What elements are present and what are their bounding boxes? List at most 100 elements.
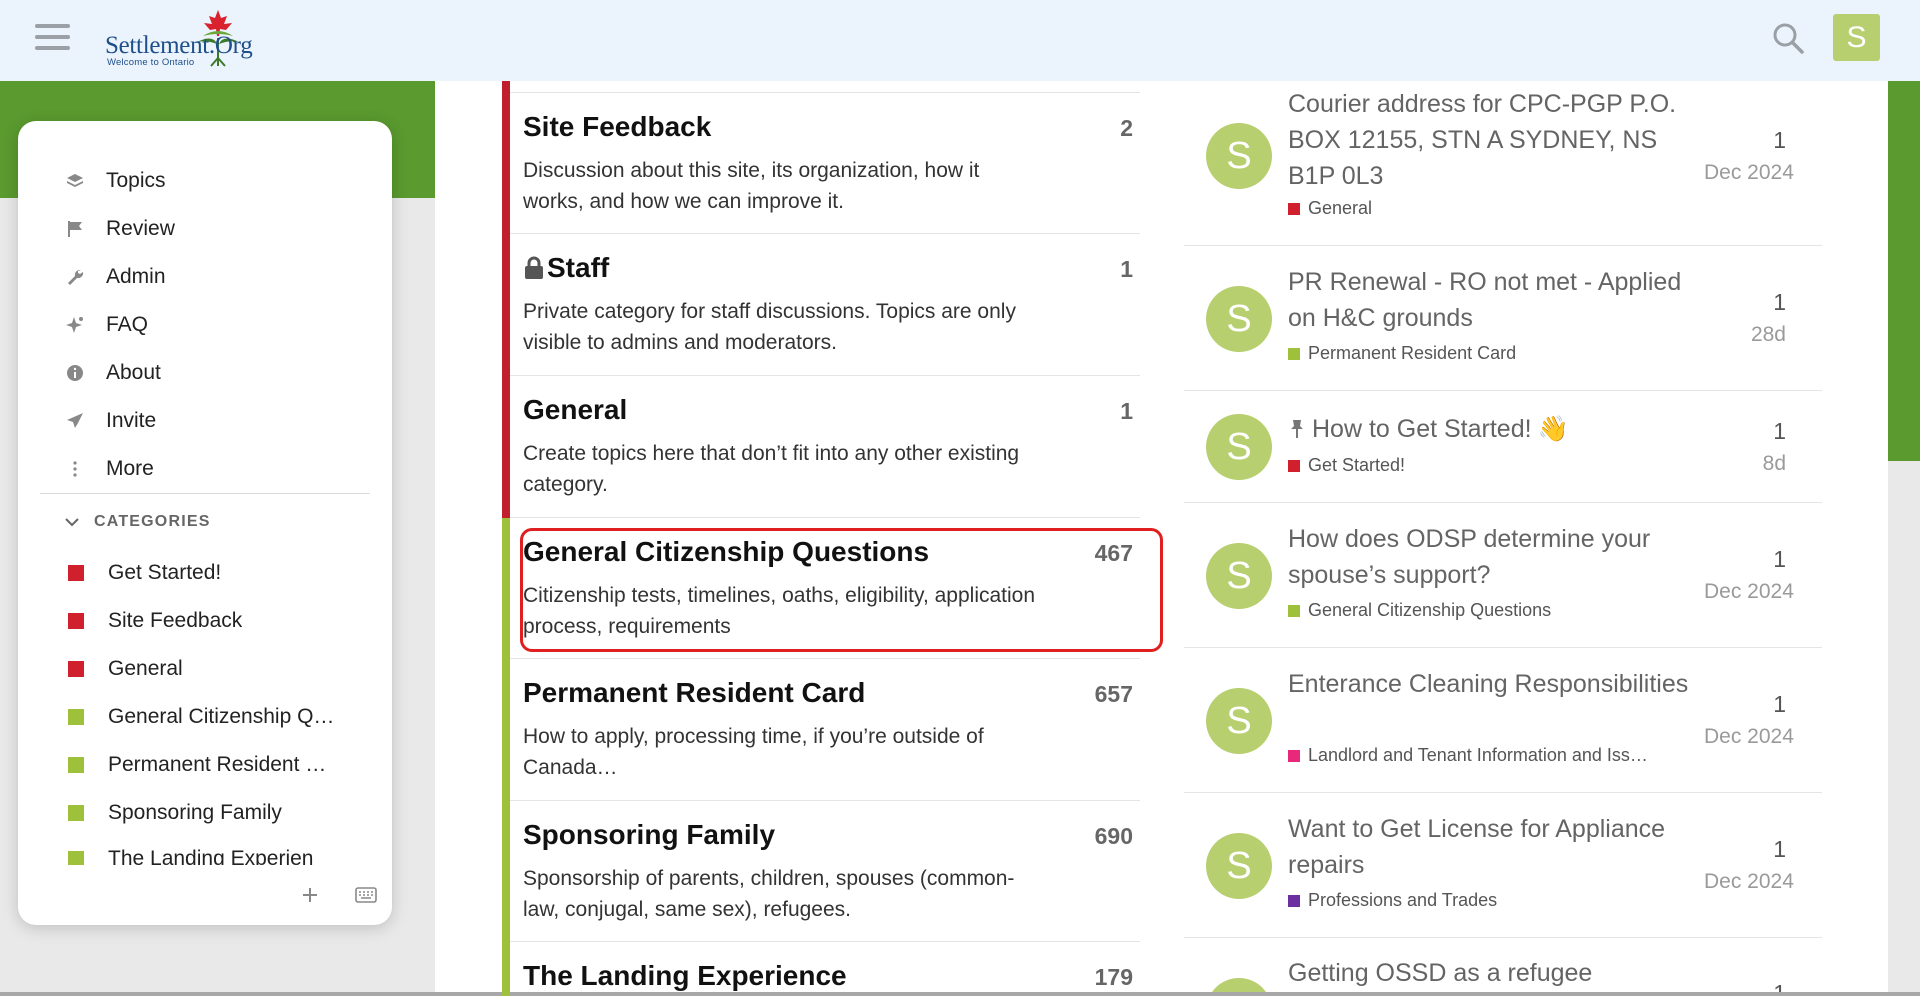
- category-title[interactable]: General Citizenship Questions: [523, 536, 929, 568]
- vertical-ellipsis-icon: [64, 458, 86, 480]
- topic-avatar[interactable]: S: [1206, 414, 1272, 480]
- topic-title[interactable]: Enterance Cleaning Responsibilities: [1288, 666, 1708, 702]
- topic-title[interactable]: Want to Get License for Appliance repair…: [1288, 811, 1708, 883]
- topic-title: How to Get Started!: [1312, 415, 1532, 443]
- sidebar-category-label: Site Feedback: [108, 609, 243, 632]
- topic-row[interactable]: S Enterance Cleaning Responsibilities La…: [1184, 648, 1822, 793]
- sidebar-category-landing-experience[interactable]: The Landing Experien: [68, 843, 368, 865]
- topic-avatar[interactable]: S: [1206, 688, 1272, 754]
- sidebar-item-topics[interactable]: Topics: [64, 163, 364, 199]
- topic-activity[interactable]: 8d: [1704, 452, 1786, 476]
- topic-row[interactable]: S How to Get Started! 👋 Get Started! 1 8…: [1184, 391, 1822, 503]
- category-row-general-citizenship-questions[interactable]: General Citizenship Questions 467 Citize…: [510, 517, 1140, 658]
- category-color-bar-red: [502, 81, 510, 518]
- topic-row[interactable]: S Courier address for CPC-PGP P.O. BOX 1…: [1184, 81, 1822, 246]
- sidebar-footer: [296, 883, 380, 907]
- topic-title[interactable]: How does ODSP determine your spouse’s su…: [1288, 521, 1708, 593]
- hamburger-menu-icon[interactable]: [35, 22, 70, 52]
- topic-category[interactable]: General Citizenship Questions: [1288, 600, 1551, 621]
- category-row-site-feedback[interactable]: Site Feedback 2 Discussion about this si…: [510, 92, 1140, 233]
- topic-activity[interactable]: Dec 2024: [1704, 725, 1794, 749]
- sidebar-item-label: Topics: [106, 169, 166, 192]
- category-row-permanent-resident-card[interactable]: Permanent Resident Card 657 How to apply…: [510, 658, 1140, 800]
- topic-category-label: Landlord and Tenant Information and Iss…: [1308, 745, 1648, 765]
- sidebar-item-review[interactable]: Review: [64, 211, 364, 247]
- sidebar-category-general[interactable]: General: [68, 651, 368, 687]
- category-swatch: [68, 757, 84, 773]
- info-icon: [64, 362, 86, 384]
- category-title[interactable]: Site Feedback: [523, 111, 711, 143]
- topic-title[interactable]: PR Renewal - RO not met - Applied on H&C…: [1288, 264, 1708, 336]
- category-title-wrapper[interactable]: Staff: [523, 252, 609, 284]
- topic-avatar[interactable]: S: [1206, 833, 1272, 899]
- topic-category[interactable]: Get Started!: [1288, 455, 1405, 476]
- sidebar-item-label: About: [106, 361, 161, 384]
- sidebar-category-site-feedback[interactable]: Site Feedback: [68, 603, 368, 639]
- sidebar-item-invite[interactable]: Invite: [64, 403, 364, 439]
- sidebar-item-label: Admin: [106, 265, 166, 288]
- sidebar-item-admin[interactable]: Admin: [64, 259, 364, 295]
- keyboard-shortcuts-icon[interactable]: [352, 883, 380, 907]
- sidebar-category-general-citizenship[interactable]: General Citizenship Q…: [68, 699, 368, 735]
- category-description: Private category for staff discussions. …: [523, 300, 1016, 354]
- category-row-sponsoring-family[interactable]: Sponsoring Family 690 Sponsorship of par…: [510, 800, 1140, 941]
- topic-activity[interactable]: Dec 2024: [1704, 580, 1794, 604]
- sidebar-item-label: More: [106, 457, 154, 480]
- category-topic-count: 2: [1120, 115, 1133, 141]
- topic-row[interactable]: S PR Renewal - RO not met - Applied on H…: [1184, 246, 1822, 391]
- category-row-staff[interactable]: Staff 1 Private category for staff discu…: [510, 233, 1140, 375]
- category-title[interactable]: General: [523, 394, 627, 426]
- category-swatch: [1288, 749, 1300, 762]
- add-section-plus-icon[interactable]: [296, 883, 324, 907]
- paper-plane-icon: [64, 410, 86, 432]
- topic-reply-count: 1: [1773, 289, 1786, 315]
- category-row-general[interactable]: General 1 Create topics here that don’t …: [510, 375, 1140, 517]
- chevron-down-icon: [65, 518, 79, 527]
- topic-category[interactable]: Permanent Resident Card: [1288, 343, 1516, 364]
- categories-section-toggle[interactable]: CATEGORIES: [64, 513, 211, 531]
- category-swatch: [1288, 604, 1300, 617]
- sidebar-item-about[interactable]: About: [64, 355, 364, 391]
- topic-activity[interactable]: Dec 2024: [1704, 161, 1794, 185]
- topic-row[interactable]: S Getting OSSD as a refugee 1: [1184, 938, 1822, 992]
- topic-avatar[interactable]: S: [1206, 286, 1272, 352]
- topic-category[interactable]: Professions and Trades: [1288, 890, 1497, 911]
- category-description: Citizenship tests, timelines, oaths, eli…: [523, 584, 1036, 638]
- sidebar-category-get-started[interactable]: Get Started!: [68, 555, 368, 591]
- topic-reply-count: 1: [1724, 980, 1786, 992]
- category-row-the-landing-experience[interactable]: The Landing Experience 179: [510, 941, 1140, 992]
- sidebar-category-permanent-resident[interactable]: Permanent Resident …: [68, 747, 368, 783]
- category-description: How to apply, processing time, if you’re…: [523, 725, 984, 779]
- topic-category[interactable]: General: [1288, 198, 1372, 219]
- search-icon[interactable]: [1772, 22, 1804, 54]
- category-title[interactable]: Permanent Resident Card: [523, 677, 865, 709]
- sidebar-item-faq[interactable]: FAQ: [64, 307, 364, 343]
- topic-reply-count: 1: [1773, 836, 1786, 862]
- sidebar-item-more[interactable]: More: [64, 451, 364, 487]
- sidebar-category-label: The Landing Experien: [108, 847, 314, 865]
- topic-activity[interactable]: 28d: [1704, 323, 1786, 347]
- category-title: Staff: [547, 252, 610, 283]
- topic-avatar[interactable]: S: [1206, 123, 1272, 189]
- category-topic-count: 179: [1094, 964, 1133, 990]
- site-logo[interactable]: Settlement.Org Welcome to Ontario: [105, 8, 270, 70]
- topic-activity[interactable]: Dec 2024: [1704, 870, 1794, 894]
- category-title[interactable]: The Landing Experience: [523, 960, 847, 992]
- user-avatar[interactable]: S: [1833, 14, 1880, 61]
- topic-title-wrapper[interactable]: How to Get Started! 👋: [1288, 411, 1708, 447]
- sidebar-item-label: Review: [106, 217, 175, 240]
- sidebar-category-sponsoring-family[interactable]: Sponsoring Family: [68, 795, 368, 831]
- category-title[interactable]: Sponsoring Family: [523, 819, 775, 851]
- topic-title[interactable]: Getting OSSD as a refugee: [1288, 955, 1708, 991]
- topic-row[interactable]: S How does ODSP determine your spouse’s …: [1184, 503, 1822, 648]
- topic-avatar[interactable]: S: [1206, 543, 1272, 609]
- category-swatch: [68, 613, 84, 629]
- sidebar-category-label: Get Started!: [108, 561, 222, 584]
- topic-title[interactable]: Courier address for CPC-PGP P.O. BOX 121…: [1288, 86, 1708, 194]
- topic-category[interactable]: Landlord and Tenant Information and Iss…: [1288, 745, 1648, 766]
- topic-row[interactable]: S Want to Get License for Appliance repa…: [1184, 793, 1822, 938]
- topic-category-label: Get Started!: [1308, 455, 1406, 475]
- sidebar-item-label: FAQ: [106, 313, 149, 336]
- topic-category-label: Permanent Resident Card: [1308, 343, 1517, 363]
- topic-avatar[interactable]: S: [1206, 978, 1272, 992]
